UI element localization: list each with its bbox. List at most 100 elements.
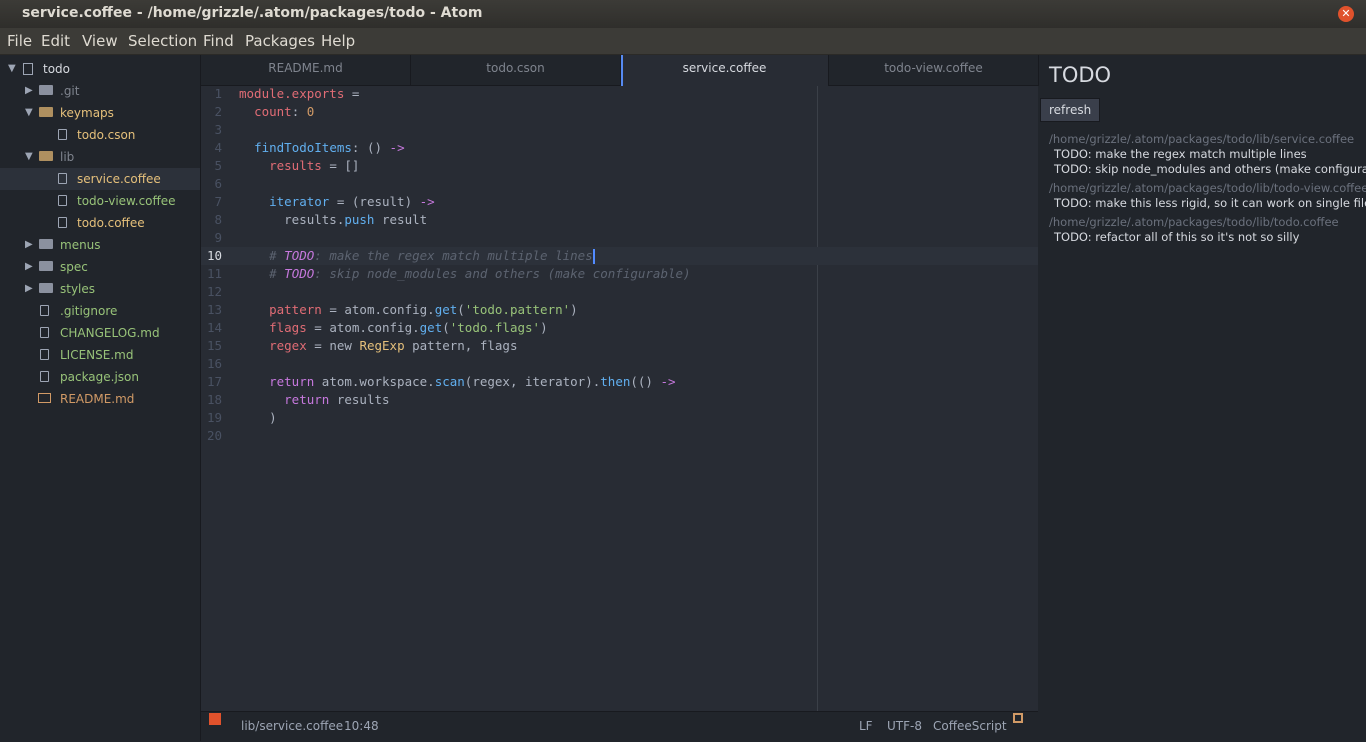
tree-item[interactable]: package.json — [0, 366, 200, 388]
chevron-right-icon[interactable]: ▶ — [25, 80, 35, 102]
code-line[interactable]: 5 results = [] — [201, 157, 1038, 175]
code-text: results.push result — [239, 212, 428, 227]
menu-view[interactable]: View — [82, 28, 118, 50]
tree-item[interactable]: ▶ styles — [0, 278, 200, 300]
folder-icon — [39, 107, 53, 117]
code-line[interactable]: 9 — [201, 229, 1038, 247]
line-number: 6 — [214, 176, 222, 191]
todo-item[interactable]: TODO: make the regex match multiple line… — [1054, 147, 1307, 161]
menu-file[interactable]: File — [7, 28, 32, 50]
tree-item-label: .git — [60, 84, 80, 98]
tree-item[interactable]: .gitignore — [0, 300, 200, 322]
tree-item[interactable]: ▶ .git — [0, 80, 200, 102]
tab-todo-view-coffee[interactable]: todo-view.coffee — [829, 55, 1039, 86]
file-icon — [58, 195, 67, 206]
tree-item[interactable]: ▶ spec — [0, 256, 200, 278]
tree-item[interactable]: ▶ menus — [0, 234, 200, 256]
tree-item[interactable]: todo-view.coffee — [0, 190, 200, 212]
tree-item-label: todo-view.coffee — [77, 194, 176, 208]
status-cursor-position[interactable]: 10:48 — [344, 712, 379, 741]
tab-service-coffee[interactable]: service.coffee — [621, 55, 829, 86]
code-line[interactable]: 20 — [201, 427, 1038, 445]
text-cursor — [592, 249, 595, 264]
code-line[interactable]: 15 regex = new RegExp pattern, flags — [201, 337, 1038, 355]
tree-item[interactable]: LICENSE.md — [0, 344, 200, 366]
line-number: 11 — [206, 266, 222, 281]
tree-item[interactable]: ▼ keymaps — [0, 102, 200, 124]
todo-file-path[interactable]: /home/grizzle/.atom/packages/todo/lib/to… — [1049, 215, 1339, 229]
code-line[interactable]: 2 count: 0 — [201, 103, 1038, 121]
code-editor[interactable]: 1 module.exports = 2 count: 034 findTodoIt… — [201, 86, 1038, 711]
code-line[interactable]: 4 findTodoItems: () -> — [201, 139, 1038, 157]
status-grammar[interactable]: CoffeeScript — [933, 712, 1007, 741]
tree-item-label: .gitignore — [60, 304, 118, 318]
status-encoding[interactable]: UTF-8 — [887, 712, 922, 741]
tab-readme[interactable]: README.md — [201, 55, 411, 86]
file-icon — [40, 305, 49, 316]
code-line[interactable]: 16 — [201, 355, 1038, 373]
menu-find[interactable]: Find — [203, 28, 234, 50]
code-line[interactable]: 11 # TODO: skip node_modules and others … — [201, 265, 1038, 283]
close-window-button[interactable]: ✕ — [1338, 6, 1354, 22]
tree-item[interactable]: CHANGELOG.md — [0, 322, 200, 344]
menu-edit[interactable]: Edit — [41, 28, 70, 50]
code-line[interactable]: 17 return atom.workspace.scan(regex, ite… — [201, 373, 1038, 391]
code-line[interactable]: 18 return results — [201, 391, 1038, 409]
file-icon — [40, 327, 49, 338]
tree-item[interactable]: todo.coffee — [0, 212, 200, 234]
tree-item[interactable]: service.coffee — [0, 168, 200, 190]
tree-item[interactable]: README.md — [0, 388, 200, 410]
chevron-down-icon[interactable]: ▼ — [25, 146, 35, 168]
code-line[interactable]: 14 flags = atom.config.get('todo.flags') — [201, 319, 1038, 337]
line-number: 2 — [214, 104, 222, 119]
todo-item[interactable]: TODO: skip node_modules and others (make… — [1054, 162, 1366, 176]
line-number: 19 — [206, 410, 222, 425]
line-number: 20 — [206, 428, 222, 443]
menu-packages[interactable]: Packages — [245, 28, 315, 50]
line-number: 8 — [214, 212, 222, 227]
tab-todo-cson[interactable]: todo.cson — [411, 55, 621, 86]
tree-item[interactable]: todo.cson — [0, 124, 200, 146]
todo-file-path[interactable]: /home/grizzle/.atom/packages/todo/lib/se… — [1049, 132, 1354, 146]
chevron-right-icon[interactable]: ▶ — [25, 256, 35, 278]
chevron-right-icon[interactable]: ▶ — [25, 234, 35, 256]
file-icon — [40, 371, 49, 382]
tree-root-label: todo — [43, 62, 71, 76]
tree-item[interactable]: ▼ lib — [0, 146, 200, 168]
code-text: results = [] — [269, 158, 360, 173]
tree-item-label: keymaps — [60, 106, 114, 120]
chevron-right-icon[interactable]: ▶ — [25, 278, 35, 300]
code-line[interactable]: 19 ) — [201, 409, 1038, 427]
code-line[interactable]: 3 — [201, 121, 1038, 139]
menu-bar: File Edit View Selection Find Packages H… — [0, 28, 1366, 55]
todo-heading: TODO — [1049, 63, 1112, 87]
todo-file-path[interactable]: /home/grizzle/.atom/packages/todo/lib/to… — [1049, 181, 1366, 195]
code-line[interactable]: 8 results.push result — [201, 211, 1038, 229]
chevron-down-icon: ▼ — [8, 63, 16, 74]
status-file-path[interactable]: lib/service.coffee — [241, 712, 343, 741]
status-line-ending[interactable]: LF — [859, 712, 873, 741]
tree-root[interactable]: ▼ todo — [0, 58, 200, 80]
folder-icon — [39, 151, 53, 161]
code-text: return results — [284, 392, 390, 407]
code-line[interactable]: 7 iterator = (result) -> — [201, 193, 1038, 211]
tree-item-label: CHANGELOG.md — [60, 326, 160, 340]
tab-bar: README.md todo.cson service.coffee todo-… — [201, 55, 1039, 86]
line-number: 17 — [206, 374, 222, 389]
code-line[interactable]: 10 # TODO: make the regex match multiple… — [201, 247, 1038, 265]
todo-item[interactable]: TODO: make this less rigid, so it can wo… — [1054, 196, 1366, 210]
code-line[interactable]: 1 module.exports = — [201, 85, 1038, 103]
menu-selection[interactable]: Selection — [128, 28, 197, 50]
tree-item-label: README.md — [60, 392, 135, 406]
title-bar: service.coffee - /home/grizzle/.atom/pac… — [0, 0, 1366, 28]
code-line[interactable]: 13 pattern = atom.config.get('todo.patte… — [201, 301, 1038, 319]
folder-icon — [39, 85, 53, 95]
line-number: 13 — [206, 302, 222, 317]
tree-item-label: LICENSE.md — [60, 348, 134, 362]
menu-help[interactable]: Help — [321, 28, 355, 50]
refresh-button[interactable]: refresh — [1040, 98, 1101, 122]
code-line[interactable]: 12 — [201, 283, 1038, 301]
chevron-down-icon[interactable]: ▼ — [25, 102, 35, 124]
code-line[interactable]: 6 — [201, 175, 1038, 193]
todo-item[interactable]: TODO: refactor all of this so it's not s… — [1054, 230, 1299, 244]
